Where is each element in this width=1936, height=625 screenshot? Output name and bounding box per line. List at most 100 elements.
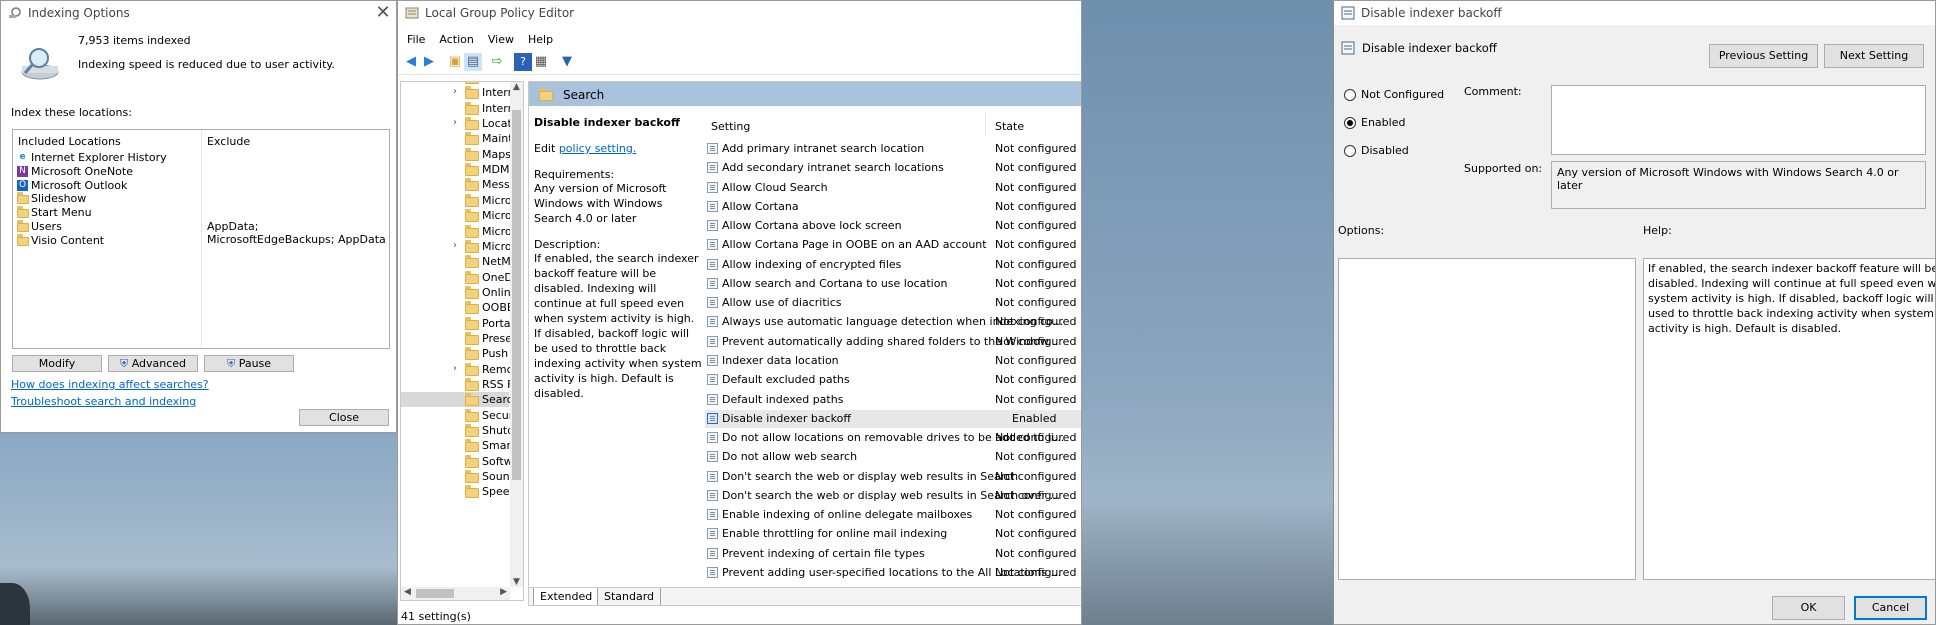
help-icon[interactable]: ? xyxy=(514,53,532,71)
setting-row[interactable]: Always use automatic language detection … xyxy=(705,313,1081,331)
back-arrow-icon[interactable]: ◀ xyxy=(402,53,420,71)
tree-item[interactable]: Presen xyxy=(401,331,519,346)
properties-icon[interactable]: ▦ xyxy=(532,53,550,71)
tree-item[interactable]: › Remot xyxy=(401,362,518,377)
tree-item[interactable]: Micros xyxy=(401,208,517,223)
setting-row[interactable]: Default indexed paths Not configured xyxy=(705,391,1081,409)
col-exclude-header[interactable]: Exclude xyxy=(207,135,250,148)
tree-item[interactable]: Smart xyxy=(401,438,515,453)
locations-list[interactable]: Included Locations Exclude e Internet Exp… xyxy=(12,129,390,349)
menu-view[interactable]: View xyxy=(482,31,522,49)
tree-item[interactable]: Interne xyxy=(401,101,521,116)
tree-item[interactable]: Micros xyxy=(401,224,517,239)
menu-file[interactable]: File xyxy=(398,31,433,49)
tree-item[interactable]: Speech xyxy=(401,484,523,499)
radio-not-configured[interactable] xyxy=(1344,89,1356,101)
tree-item[interactable]: Mainte xyxy=(401,131,519,146)
tree-item[interactable]: Online xyxy=(401,285,517,300)
tree-item[interactable]: MDM xyxy=(401,162,509,177)
col-state-header[interactable]: State xyxy=(995,120,1024,133)
tree-vscrollbar[interactable]: ▲ ▼ xyxy=(510,82,523,587)
troubleshoot-link[interactable]: Troubleshoot search and indexing xyxy=(11,395,196,408)
advanced-button[interactable]: ⛨ Advanced xyxy=(108,355,198,372)
setting-row[interactable]: Enable indexing of online delegate mailb… xyxy=(705,506,1081,524)
tree-item[interactable]: OOBE xyxy=(401,300,514,315)
radio-not-configured-label[interactable]: Not Configured xyxy=(1361,88,1444,101)
export-icon[interactable]: ⇨ xyxy=(488,53,506,71)
pause-button[interactable]: ⛨ Pause xyxy=(204,355,294,372)
radio-enabled[interactable] xyxy=(1344,117,1356,129)
tab-extended[interactable]: Extended xyxy=(533,588,600,605)
tree-item[interactable]: Messag xyxy=(401,177,523,192)
tree-scroll-right-icon[interactable]: ▶ xyxy=(500,587,507,597)
expand-chevron-icon[interactable]: › xyxy=(453,117,457,128)
tab-standard[interactable]: Standard xyxy=(597,588,662,605)
tree-item[interactable]: Micros xyxy=(401,193,517,208)
setting-row[interactable]: Allow use of diacritics Not configured xyxy=(705,294,1081,312)
tree-item[interactable]: Softwa xyxy=(401,454,519,469)
setting-row[interactable]: Allow indexing of encrypted files Not con… xyxy=(705,256,1081,274)
expand-chevron-icon[interactable]: › xyxy=(453,86,457,97)
tree-scroll-down-icon[interactable]: ▼ xyxy=(510,577,523,587)
setting-row[interactable]: Prevent indexing of certain file types No… xyxy=(705,545,1081,563)
setting-row[interactable]: Do not allow locations on removable driv… xyxy=(705,429,1081,447)
tree-scroll-up-icon[interactable]: ▲ xyxy=(510,82,523,92)
tree-scroll-thumb[interactable] xyxy=(512,110,521,480)
setting-row[interactable]: Don't search the web or display web resu… xyxy=(705,487,1081,505)
location-row[interactable]: O Microsoft Outlook xyxy=(16,179,386,193)
setting-row[interactable]: Do not allow web search Not configured xyxy=(705,448,1081,466)
col-included-header[interactable]: Included Locations xyxy=(18,135,121,148)
close-icon[interactable]: ✕ xyxy=(370,1,396,25)
tree-item[interactable]: Portab xyxy=(401,316,518,331)
next-setting-button[interactable]: Next Setting xyxy=(1824,44,1924,68)
col-setting-header[interactable]: Setting xyxy=(711,120,750,133)
location-row[interactable]: N Microsoft OneNote xyxy=(16,165,386,179)
edit-policy-link[interactable]: policy setting. xyxy=(559,142,637,155)
menu-action[interactable]: Action xyxy=(433,31,481,49)
location-row[interactable]: Slideshow xyxy=(16,192,386,206)
radio-disabled[interactable] xyxy=(1344,145,1356,157)
tree-item[interactable]: Sound xyxy=(401,469,517,484)
tree-item[interactable]: Search xyxy=(401,392,520,408)
setting-row[interactable]: Allow search and Cortana to use location… xyxy=(705,275,1081,293)
radio-disabled-label[interactable]: Disabled xyxy=(1361,144,1409,157)
tree-hscroll-thumb[interactable] xyxy=(416,589,454,598)
tree-item[interactable]: › Micros xyxy=(401,239,517,254)
tree-item[interactable]: Maps xyxy=(401,147,511,162)
tree-item[interactable]: OneDr xyxy=(401,270,517,285)
location-row[interactable]: Start Menu xyxy=(16,206,386,220)
setting-row[interactable]: Default excluded paths Not configured xyxy=(705,371,1081,389)
tree-scroll-left-icon[interactable]: ◀ xyxy=(404,587,411,597)
tree-item[interactable]: RSS Fe xyxy=(401,377,520,392)
comment-textarea[interactable] xyxy=(1551,85,1926,155)
setting-row[interactable]: Disable indexer backoff Enabled xyxy=(705,409,1081,428)
ok-button[interactable]: OK xyxy=(1772,596,1845,620)
setting-row[interactable]: Prevent adding user-specified locations … xyxy=(705,564,1081,582)
modify-button[interactable]: Modify xyxy=(12,355,102,372)
setting-row[interactable]: Indexer data location Not configured xyxy=(705,352,1081,370)
cancel-button[interactable]: Cancel xyxy=(1854,596,1927,620)
tree-item[interactable]: › Locatio xyxy=(401,116,522,131)
location-row[interactable]: Visio Content xyxy=(16,233,386,248)
indexing-help-link[interactable]: How does indexing affect searches? xyxy=(11,378,209,391)
show-tree-icon[interactable]: ▤ xyxy=(464,53,482,71)
tree-item[interactable]: Push T xyxy=(401,346,518,361)
setting-row[interactable]: Add primary intranet search location Not … xyxy=(705,140,1081,158)
up-folder-icon[interactable]: ▣ xyxy=(446,53,464,71)
expand-chevron-icon[interactable]: › xyxy=(453,363,457,374)
tree-item[interactable]: Securit xyxy=(401,408,521,423)
expand-chevron-icon[interactable]: › xyxy=(453,240,457,251)
setting-row[interactable]: Enable throttling for online mail indexi… xyxy=(705,525,1081,543)
setting-row[interactable]: Allow Cortana Not configured xyxy=(705,198,1081,216)
setting-row[interactable]: Don't search the web or display web resu… xyxy=(705,468,1081,486)
tree-hscrollbar[interactable]: ◀ ▶ xyxy=(401,587,510,600)
forward-arrow-icon[interactable]: ▶ xyxy=(420,53,438,71)
setting-row[interactable]: Add secondary intranet search locations N… xyxy=(705,159,1081,177)
tree-item[interactable]: NetMe xyxy=(401,254,518,269)
filter-icon[interactable]: ▼ xyxy=(558,53,576,71)
radio-enabled-label[interactable]: Enabled xyxy=(1361,116,1405,129)
tree-item[interactable]: › Interne xyxy=(401,85,521,100)
setting-row[interactable]: Prevent automatically adding shared fold… xyxy=(705,333,1081,351)
menu-help[interactable]: Help xyxy=(522,31,561,49)
location-row[interactable]: Users AppData; MicrosoftEdgeBackups; AppD… xyxy=(16,220,386,246)
